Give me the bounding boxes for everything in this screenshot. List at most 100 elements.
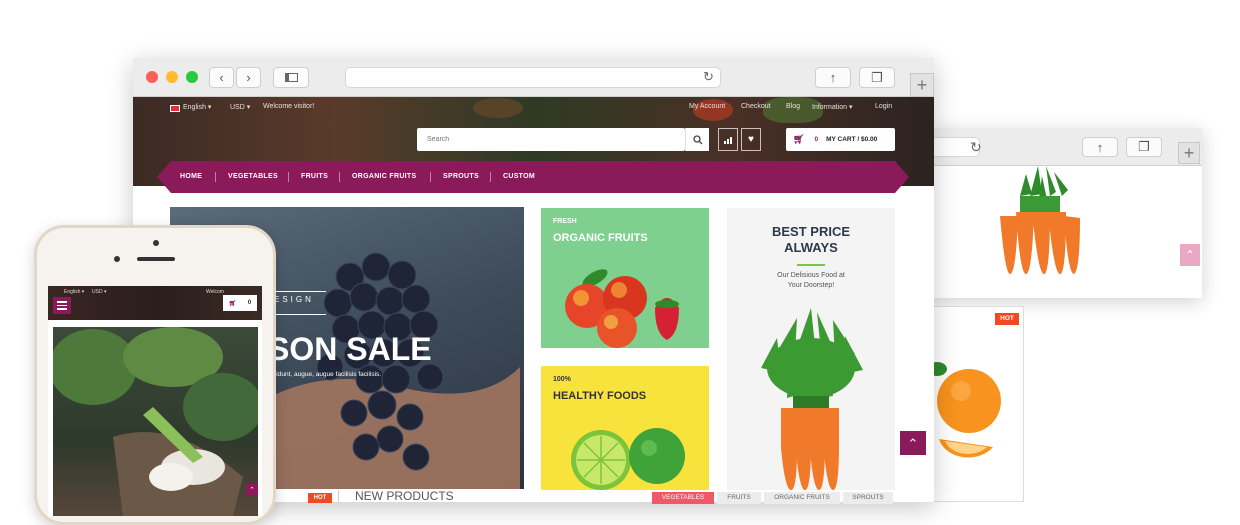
cart-count: 0 (814, 136, 819, 143)
welcome-text: Welcome visitor! (263, 103, 315, 110)
nav-vegetables[interactable]: VEGETABLES (228, 161, 278, 193)
promo-title-line-2: ALWAYS (784, 240, 838, 255)
nav-organic-fruits[interactable]: ORGANIC FRUITS (352, 161, 416, 193)
hamburger-icon (57, 301, 67, 310)
phone-hero-slider[interactable]: ⌃ (53, 327, 258, 516)
search-button[interactable] (685, 128, 709, 151)
promo-organic-fruits[interactable]: FRESH ORGANIC FRUITS (541, 208, 709, 348)
promo-best-price[interactable]: BEST PRICE ALWAYS Our Delisious Food at … (727, 208, 895, 490)
chevron-left-icon: ‹ (219, 70, 224, 85)
sidebar-button[interactable] (273, 67, 309, 88)
header-vegetable-image (473, 98, 523, 118)
caret-down-icon: ▾ (207, 104, 212, 111)
language-flag-icon (170, 105, 180, 112)
chevron-up-icon: ⌃ (249, 487, 255, 494)
phone-currency-label: USD (92, 289, 103, 295)
promo-title-line-1: BEST PRICE (771, 224, 850, 239)
phone-slider-scroll-button[interactable]: ⌃ (246, 484, 258, 496)
scroll-top-button[interactable]: ⌃ (1180, 244, 1200, 266)
nav-home[interactable]: HOME (180, 161, 202, 193)
search-icon (692, 134, 702, 144)
phone-menu-button[interactable] (53, 297, 71, 314)
hot-badge: HOT (995, 313, 1019, 325)
share-button[interactable]: ↑ (815, 67, 851, 88)
promo-small-text: 100% (553, 376, 571, 383)
chevron-right-icon: › (246, 70, 251, 85)
search-input[interactable] (417, 128, 685, 151)
cart-icon: 🛒︎ (228, 300, 237, 307)
carrot-image (1000, 166, 1080, 274)
tab-fruits[interactable]: FRUITS (717, 492, 761, 504)
main-nav: HOME VEGETABLES FRUITS ORGANIC FRUITS SP… (157, 161, 909, 193)
new-tab-button[interactable]: + (910, 73, 934, 97)
phone-front-sensor (114, 256, 120, 262)
back-button[interactable]: ‹ (209, 67, 234, 88)
blog-link[interactable]: Blog (786, 103, 800, 110)
slider-eyebrow: ESIGN (274, 295, 314, 304)
currency-selector[interactable]: USD ▾ (230, 103, 250, 111)
slider-text: incidunt, augue, augue facilisis facilis… (268, 371, 382, 378)
new-products-heading: NEW PRODUCTS (355, 489, 454, 503)
phone-language-selector[interactable]: English ▾ (64, 289, 84, 295)
cart-icon: 🛒︎ (793, 134, 805, 144)
compare-button[interactable] (718, 128, 738, 151)
tabs-icon: ❐ (1138, 139, 1150, 154)
promo-title: HEALTHY FOODS (553, 390, 647, 402)
phone-cart-button[interactable]: 🛒︎ 0 (223, 295, 257, 311)
cabbage-leek-image (53, 327, 258, 516)
back-browser-window: ↻ ↑ ❐ + ⌃ (920, 128, 1202, 298)
zoom-window-dot[interactable] (186, 71, 198, 83)
scroll-top-button[interactable]: ⌃ (900, 431, 926, 455)
reload-icon[interactable]: ↻ (970, 139, 982, 156)
limes-image (571, 428, 685, 490)
checkout-link[interactable]: Checkout (741, 103, 771, 110)
information-menu[interactable]: Information ▾ (812, 103, 853, 111)
tabs-button[interactable]: ❐ (859, 67, 895, 88)
login-link[interactable]: Login (875, 103, 892, 110)
back-product-card[interactable]: HOT (926, 306, 1024, 502)
phone-currency-selector[interactable]: USD ▾ (92, 289, 106, 295)
caret-down-icon: ▾ (103, 289, 107, 295)
promo-subtext-line-2: Your Doorstep! (787, 282, 835, 289)
chevron-up-icon: ⌃ (907, 436, 919, 451)
phone-speaker (137, 257, 175, 261)
sidebar-icon (284, 73, 298, 82)
forward-button[interactable]: › (236, 67, 261, 88)
nav-separator (490, 172, 491, 182)
phone-language-label: English (64, 289, 81, 295)
bar-chart-icon (724, 137, 732, 144)
new-tab-button[interactable]: + (1178, 142, 1200, 164)
phone-camera (153, 240, 159, 246)
tab-organic-fruits[interactable]: ORGANIC FRUITS (764, 492, 840, 504)
language-label: English (183, 104, 206, 111)
cart-button[interactable]: 🛒︎ 0 MY CART / $0.00 (786, 128, 895, 151)
promo-healthy-foods[interactable]: 100% HEALTHY FOODS (541, 366, 709, 490)
reload-icon[interactable]: ↻ (703, 69, 714, 85)
caret-down-icon: ▾ (81, 289, 85, 295)
my-account-link[interactable]: My Account (689, 103, 725, 110)
heart-icon: ♥ (748, 134, 754, 145)
chevron-up-icon: ⌃ (1184, 248, 1196, 262)
tab-sprouts[interactable]: SPROUTS (843, 492, 893, 504)
orange-image (931, 362, 1001, 458)
products-divider (338, 490, 339, 502)
share-button[interactable]: ↑ (1082, 137, 1118, 157)
wishlist-button[interactable]: ♥ (741, 128, 761, 151)
nav-sprouts[interactable]: SPROUTS (443, 161, 479, 193)
nav-fruits[interactable]: FRUITS (301, 161, 328, 193)
language-selector[interactable]: English ▾ (183, 103, 211, 111)
nav-custom[interactable]: CUSTOM (503, 161, 535, 193)
slider-headline: SON SALE (268, 331, 432, 367)
minimize-window-dot[interactable] (166, 71, 178, 83)
share-icon: ↑ (1096, 139, 1104, 155)
cart-label: MY CART / $0.00 (826, 136, 878, 143)
address-bar[interactable] (345, 67, 721, 88)
share-icon: ↑ (829, 70, 837, 85)
phone-frame: English ▾ USD ▾ Welcom 🛒︎ 0 ⌃ (34, 225, 276, 525)
tabs-button[interactable]: ❐ (1126, 137, 1162, 157)
nav-separator (215, 172, 216, 182)
tab-vegetables[interactable]: VEGETABLES (652, 492, 714, 504)
nav-separator (339, 172, 340, 182)
close-window-dot[interactable] (146, 71, 158, 83)
carrot-bunch-image (761, 308, 863, 490)
